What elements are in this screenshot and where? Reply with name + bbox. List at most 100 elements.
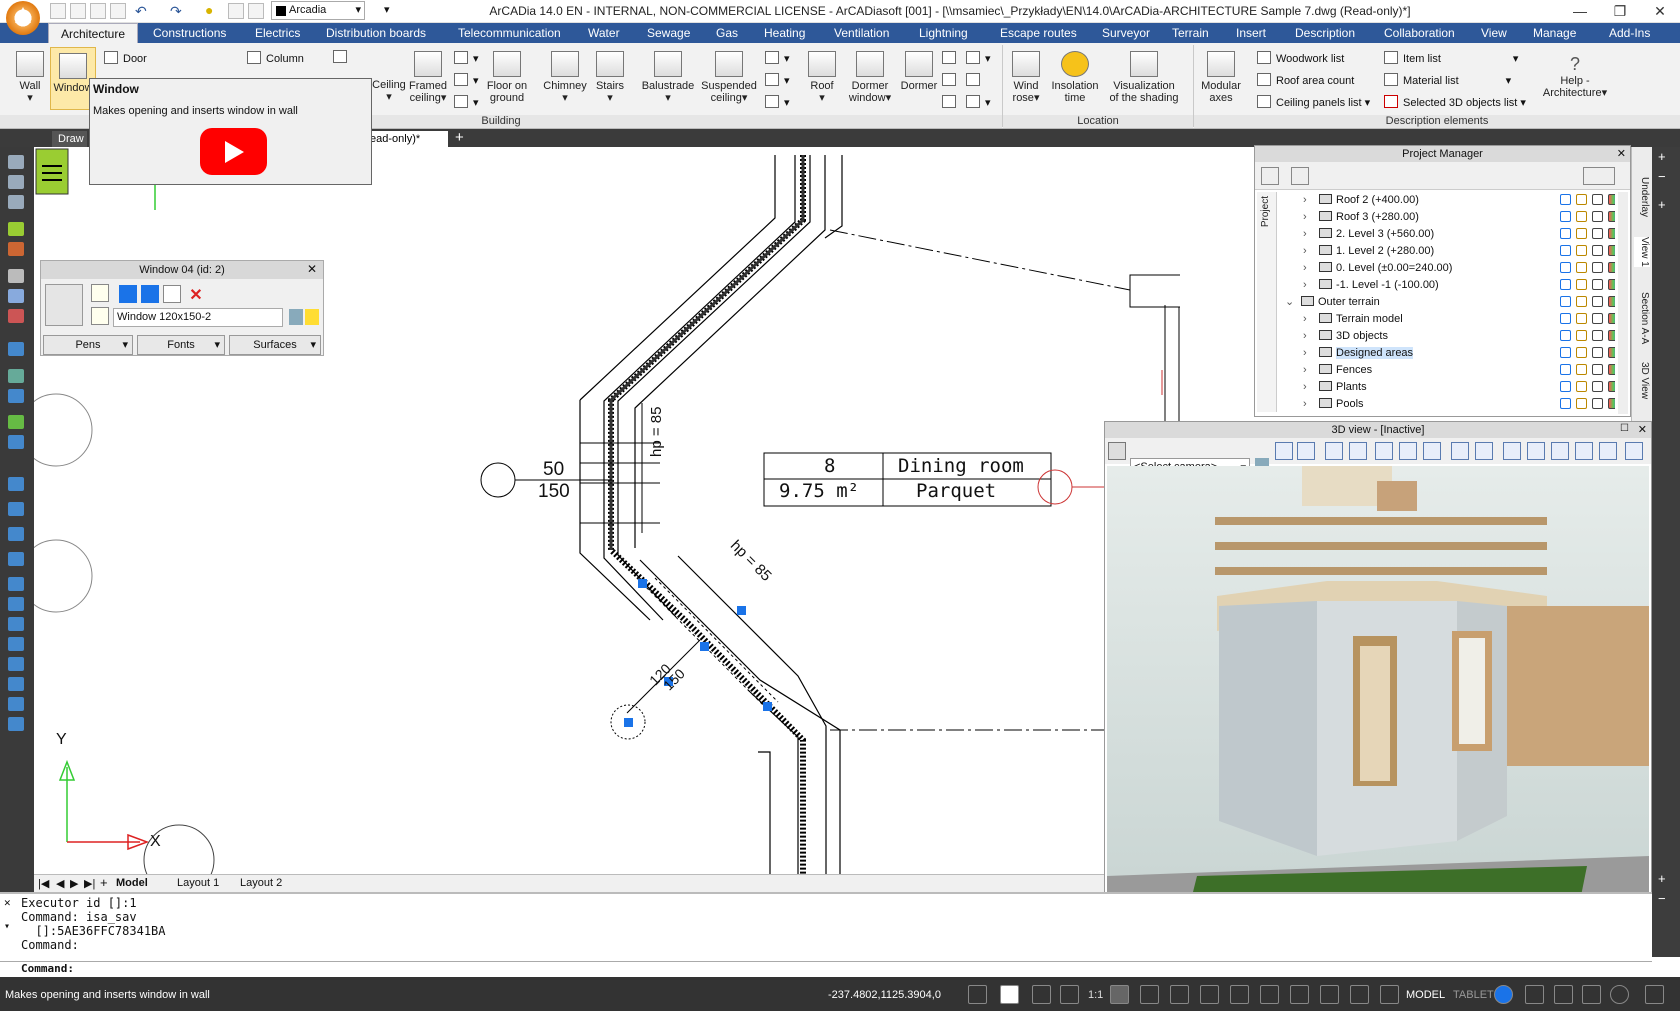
model-toggle[interactable]: MODEL (1406, 989, 1445, 1001)
tab-constructions[interactable]: Constructions (153, 23, 226, 43)
tab-ventilation[interactable]: Ventilation (834, 23, 889, 43)
tool-icon[interactable] (8, 222, 24, 236)
filter-icon[interactable] (1583, 167, 1615, 185)
tool-icon[interactable] (8, 309, 24, 323)
tool-icon[interactable] (8, 155, 24, 169)
framed-ceiling-button[interactable]: Framed ceiling▾ (406, 51, 450, 104)
stairs-button[interactable]: Stairs ▾ (593, 51, 627, 104)
door-button[interactable]: Door (104, 51, 147, 65)
tool-icon[interactable] (966, 73, 985, 87)
tree-item[interactable]: › -1. Level -1 (-100.00) (1303, 277, 1615, 294)
visualization-shading-button[interactable]: Visualization of the shading (1103, 51, 1185, 104)
layer-state-icon[interactable] (248, 3, 264, 19)
view-tool-icon[interactable] (1451, 442, 1469, 460)
window-type-field[interactable]: Window 120x150-2 (113, 308, 283, 327)
chevron-icon[interactable]: › (1303, 243, 1319, 260)
orbit-icon[interactable] (1375, 442, 1393, 460)
tool-icon[interactable]: ▾ (966, 51, 991, 65)
tree-item[interactable]: › Roof 2 (+400.00) (1303, 192, 1615, 209)
tool-icon[interactable] (8, 242, 24, 256)
point-icon[interactable] (8, 597, 24, 611)
tab-3d-view[interactable]: 3D View (1634, 362, 1650, 399)
tab-manage[interactable]: Manage (1533, 23, 1576, 43)
dormer-window-button[interactable]: Dormer window▾ (843, 51, 897, 104)
wall-button[interactable]: Wall ▾ (12, 51, 48, 104)
tree-item[interactable]: › Pools (1303, 396, 1615, 413)
print-icon[interactable] (1592, 364, 1603, 375)
tab-electrics[interactable]: Electrics (255, 23, 300, 43)
tool-icon[interactable]: ▾ (765, 73, 790, 87)
polyline-icon[interactable] (8, 502, 24, 516)
save-icon[interactable] (90, 3, 106, 19)
brush-icon[interactable] (91, 284, 109, 302)
visibility-icon[interactable] (1560, 398, 1571, 409)
redo-icon[interactable]: ↷ (170, 3, 182, 20)
tool-icon[interactable] (1525, 985, 1544, 1004)
tool-icon[interactable] (1032, 985, 1051, 1004)
lock-icon[interactable] (1576, 381, 1587, 392)
settings-icon[interactable] (1291, 167, 1309, 185)
chevron-icon[interactable]: › (1303, 362, 1319, 379)
tab-gas[interactable]: Gas (716, 23, 738, 43)
tab-layout-1[interactable]: Layout 1 (177, 877, 219, 889)
lock-icon[interactable] (1576, 364, 1587, 375)
visibility-icon[interactable] (1560, 245, 1571, 256)
beam-icon[interactable] (333, 50, 352, 64)
tool-icon[interactable] (1350, 985, 1369, 1004)
dormer-button[interactable]: Dormer (898, 51, 940, 92)
wind-rose-button[interactable]: Wind rose▾ (1008, 51, 1044, 104)
remove-icon[interactable]: − (1658, 891, 1666, 906)
help-architecture-button[interactable]: ? Help - Architecture▾ (1535, 53, 1615, 99)
add-layout-icon[interactable]: + (100, 875, 108, 890)
chevron-icon[interactable]: › (1303, 226, 1319, 243)
tab-architecture[interactable]: Architecture (48, 23, 139, 43)
tree-item[interactable]: › 0. Level (±0.00=240.00) (1303, 260, 1615, 277)
tool-icon[interactable] (1230, 985, 1249, 1004)
close-icon[interactable]: ✕ (307, 262, 317, 276)
lock-icon[interactable] (1576, 330, 1587, 341)
tool-icon[interactable]: ▾ (966, 95, 991, 109)
color-icon[interactable] (1608, 364, 1615, 375)
color-icon[interactable] (1608, 228, 1615, 239)
tool-icon[interactable] (8, 289, 24, 303)
first-layout-icon[interactable]: |◀ (38, 877, 49, 890)
visibility-icon[interactable] (1560, 211, 1571, 222)
color-icon[interactable] (1608, 313, 1615, 324)
close-icon[interactable]: ✕ (1638, 423, 1647, 436)
tab-underlay[interactable]: Underlay (1634, 177, 1650, 217)
color-icon[interactable] (1608, 381, 1615, 392)
color-icon[interactable] (1608, 296, 1615, 307)
grid-icon[interactable] (1200, 985, 1219, 1004)
snap-icon[interactable] (968, 985, 987, 1004)
zoom-icon[interactable] (8, 369, 24, 383)
tree-item[interactable]: › 2. Level 3 (+560.00) (1303, 226, 1615, 243)
tab-sewage[interactable]: Sewage (647, 23, 690, 43)
delete-icon[interactable]: ✕ (187, 285, 205, 304)
tool-icon[interactable] (1060, 985, 1079, 1004)
tree-item[interactable]: › Plants (1303, 379, 1615, 396)
visibility-icon[interactable] (1560, 262, 1571, 273)
ellipse-icon[interactable] (8, 637, 24, 651)
lock-icon[interactable] (1576, 398, 1587, 409)
app-logo[interactable] (6, 1, 40, 35)
chevron-icon[interactable]: › (1303, 209, 1319, 226)
visibility-icon[interactable] (1560, 279, 1571, 290)
add-icon[interactable] (1261, 167, 1279, 185)
last-layout-icon[interactable]: ▶| (84, 877, 95, 890)
ceiling-button[interactable]: Ceiling ▾ (372, 79, 406, 103)
view-tool-icon[interactable] (1297, 442, 1315, 460)
item-list-button[interactable]: Item list ▾ (1384, 51, 1518, 65)
chevron-icon[interactable]: ⌄ (1285, 294, 1301, 311)
tool-icon[interactable] (8, 175, 24, 189)
tab-surveyor[interactable]: Surveyor (1102, 23, 1150, 43)
command-input[interactable]: Command: (0, 961, 1652, 977)
scale-readout[interactable]: 1:1 (1088, 989, 1103, 1001)
visibility-icon[interactable] (1560, 330, 1571, 341)
print-icon[interactable] (1592, 194, 1603, 205)
new-icon[interactable] (50, 3, 66, 19)
visibility-icon[interactable] (1560, 381, 1571, 392)
tree-item[interactable]: › Fences (1303, 362, 1615, 379)
bulb-icon[interactable]: ● (205, 2, 213, 18)
numbering-icon[interactable] (163, 285, 181, 303)
print-icon[interactable] (1592, 296, 1603, 307)
